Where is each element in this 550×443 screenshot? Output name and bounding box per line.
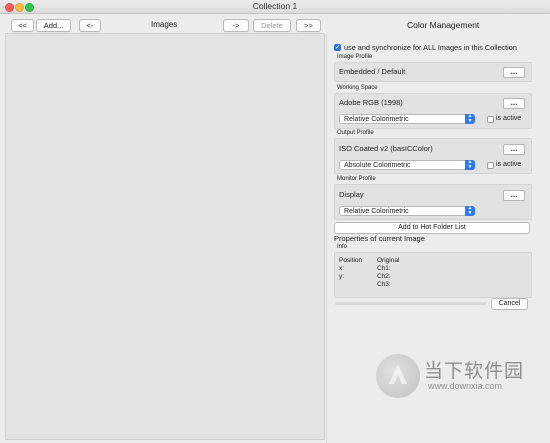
ch2-label: Ch2:: [377, 273, 391, 280]
image-profile-browse-button[interactable]: ...: [503, 67, 525, 78]
chevron-updown-icon: ▲ ▼: [465, 160, 475, 170]
working-space-value: Adobe RGB (1998): [339, 98, 403, 107]
window-title: Collection 1: [252, 1, 298, 11]
progress-bar: [335, 302, 486, 305]
panel-divider: [326, 33, 327, 443]
monitor-profile-value: Display: [339, 190, 364, 199]
monitor-profile-section-label: Monitor Profile: [337, 176, 376, 182]
working-space-browse-button[interactable]: ...: [503, 98, 525, 109]
output-profile-intent-value: Absolute Colorimetric: [344, 162, 411, 169]
sync-all-checkbox[interactable]: ✓: [334, 44, 341, 51]
cancel-button[interactable]: Cancel: [491, 298, 528, 310]
ch1-label: Ch1:: [377, 265, 391, 272]
monitor-profile-browse-button[interactable]: ...: [503, 190, 525, 201]
image-profile-group: Embedded / Default ...: [334, 62, 532, 82]
working-space-active-checkbox[interactable]: [487, 116, 494, 123]
last-image-button[interactable]: >>: [296, 19, 321, 32]
images-header: Images: [151, 20, 178, 29]
monitor-profile-group: Display ... Relative Colorimetric ▲ ▼: [334, 184, 532, 220]
output-profile-intent-select[interactable]: Absolute Colorimetric ▲ ▼: [339, 160, 475, 170]
working-space-intent-value: Relative Colorimetric: [344, 116, 409, 123]
add-images-button[interactable]: Add...: [36, 19, 71, 32]
watermark-brand: 当下软件园: [424, 361, 525, 382]
working-space-intent-select[interactable]: Relative Colorimetric ▲ ▼: [339, 114, 475, 124]
working-space-group: Adobe RGB (1998) ... Relative Colorimetr…: [334, 93, 532, 129]
monitor-profile-intent-select[interactable]: Relative Colorimetric ▲ ▼: [339, 206, 475, 216]
properties-header: Properties of current Image: [334, 234, 425, 243]
previous-image-button[interactable]: <-: [79, 19, 101, 32]
output-profile-section-label: Output Profile: [337, 130, 374, 136]
watermark-logo-icon: [376, 354, 420, 398]
x-coordinate-label: x:: [339, 265, 345, 272]
title-bar: Collection 1: [0, 0, 550, 14]
watermark-url: www.downxia.com: [428, 381, 503, 391]
position-label: Position: [339, 257, 363, 264]
ch3-label: Ch3:: [377, 281, 391, 288]
chevron-updown-icon: ▲ ▼: [465, 114, 475, 124]
info-group: Position x: y: Original Ch1: Ch2: Ch3:: [334, 252, 532, 298]
color-management-header: Color Management: [407, 20, 480, 30]
working-space-section-label: Working Space: [337, 85, 378, 91]
image-profile-section-label: Image Profile: [337, 54, 373, 60]
working-space-active-label: is active: [496, 115, 522, 122]
output-profile-value: ISO Coated v2 (basICColor): [339, 144, 433, 153]
output-profile-browse-button[interactable]: ...: [503, 144, 525, 155]
output-profile-group: ISO Coated v2 (basICColor) ... Absolute …: [334, 138, 532, 174]
image-profile-value: Embedded / Default: [339, 67, 406, 76]
output-profile-active-checkbox[interactable]: [487, 162, 494, 169]
monitor-profile-intent-value: Relative Colorimetric: [344, 208, 409, 215]
original-label: Original: [377, 257, 400, 264]
delete-image-button[interactable]: Delete: [253, 19, 291, 32]
sync-all-label: use and synchronize for ALL Images in th…: [344, 43, 517, 52]
info-section-label: Info: [337, 244, 348, 250]
add-to-hot-folder-button[interactable]: Add to Hot Folder List: [334, 222, 530, 234]
next-image-button[interactable]: ->: [223, 19, 249, 32]
y-coordinate-label: y:: [339, 273, 345, 280]
image-list-area[interactable]: [5, 33, 325, 440]
chevron-updown-icon: ▲ ▼: [465, 206, 475, 216]
first-image-button[interactable]: <<: [11, 19, 34, 32]
output-profile-active-label: is active: [496, 161, 522, 168]
